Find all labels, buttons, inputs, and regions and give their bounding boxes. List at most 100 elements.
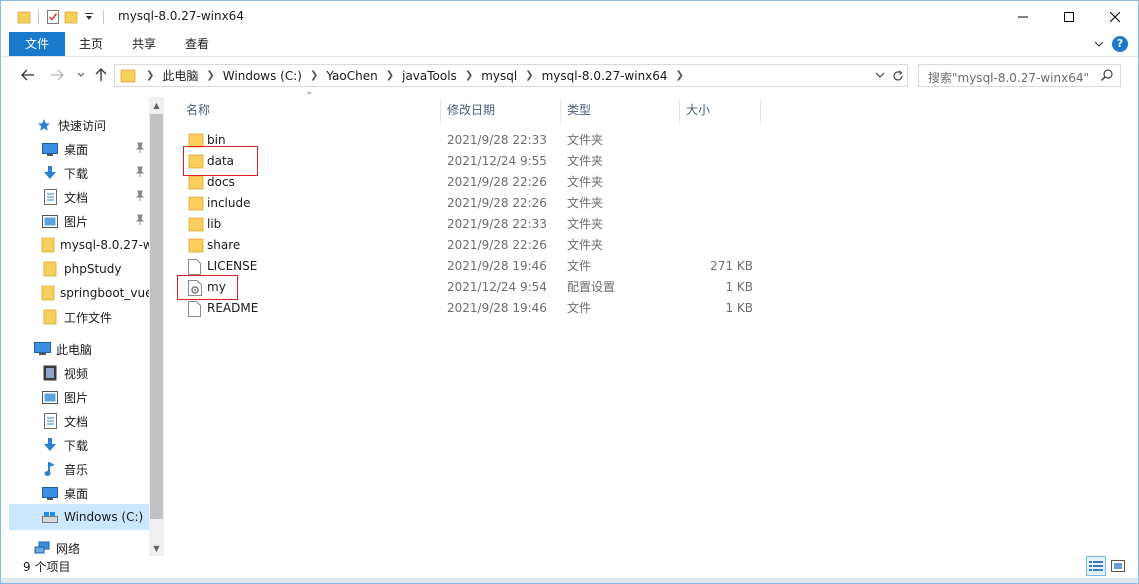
properties-icon[interactable] [44,8,62,26]
file-size [682,130,753,151]
tab-home[interactable]: 主页 [69,32,113,56]
sidebar-item-desktop[interactable]: 桌面 [9,137,149,161]
file-row-license[interactable]: LICENSE 2021/9/28 19:46 文件 271 KB [164,256,864,277]
forward-button[interactable] [48,66,66,84]
tab-view[interactable]: 查看 [174,32,220,56]
folder-icon [188,175,204,190]
column-header-name[interactable]: 名称 [180,97,440,123]
file-size [682,214,753,235]
view-switcher [1086,556,1128,576]
file-size: 1 KB [725,301,753,315]
chevron-right-icon[interactable]: ❯ [525,70,533,81]
column-header-date[interactable]: 修改日期 [441,97,559,123]
sidebar-item-label: 快速访问 [58,118,107,133]
maximize-button[interactable] [1046,1,1092,32]
address-bar[interactable]: ❯ 此电脑 ❯ Windows (C:) ❯ YaoChen ❯ javaToo… [114,64,908,87]
pictures-icon [41,389,59,405]
breadcrumb-yaochen[interactable]: YaoChen [326,65,377,86]
file-name: lib [207,217,222,231]
sidebar-item-mysql-folder[interactable]: mysql-8.0.27-w [9,233,149,257]
breadcrumb-windows-c[interactable]: Windows (C:) [223,65,302,86]
customize-toolbar-icon[interactable] [80,8,98,26]
search-icon[interactable] [1100,68,1114,85]
large-icons-view-button[interactable] [1108,556,1128,576]
file-row-include[interactable]: include 2021/9/28 22:26 文件夹 [164,193,864,214]
file-size [682,193,753,214]
annotation-box-my [177,275,238,300]
search-input[interactable]: 搜索"mysql-8.0.27-winx64" [918,64,1121,87]
column-header-type[interactable]: 类型 [561,97,679,123]
sidebar-item-label: 网络 [56,541,81,556]
file-row-readme[interactable]: README 2021/9/28 19:46 文件 1 KB [164,298,864,319]
pin-icon[interactable] [135,166,145,181]
sidebar-item-label: 桌面 [64,142,89,157]
breadcrumb-mysql-winx64[interactable]: mysql-8.0.27-winx64 [542,65,668,86]
close-button[interactable] [1092,1,1138,32]
breadcrumb-this-pc[interactable]: 此电脑 [162,65,198,86]
sidebar-item-desktop-pc[interactable]: 桌面 [9,481,149,505]
file-date: 2021/9/28 19:46 [447,259,547,273]
chevron-right-icon[interactable]: ❯ [386,70,394,81]
address-dropdown-icon[interactable] [871,65,889,86]
file-row-docs[interactable]: docs 2021/9/28 22:26 文件夹 [164,172,864,193]
chevron-right-icon[interactable]: ❯ [676,70,684,81]
file-size: 1 KB [725,280,753,294]
column-header-size[interactable]: 大小 [680,97,760,123]
sidebar-item-downloads-pc[interactable]: 下载 [9,433,149,457]
file-size [682,172,753,193]
chevron-right-icon[interactable]: ❯ [146,70,154,81]
new-folder-icon[interactable] [62,8,80,26]
pin-icon[interactable] [135,214,145,229]
recent-locations-button[interactable] [72,66,90,84]
file-row-lib[interactable]: lib 2021/9/28 22:33 文件夹 [164,214,864,235]
file-row-my[interactable]: my 2021/12/24 9:54 配置设置 1 KB [164,277,864,298]
sidebar-item-phpstudy[interactable]: phpStudy [9,257,149,281]
sidebar-item-work-files[interactable]: 工作文件 [9,305,149,329]
refresh-icon[interactable] [889,65,907,86]
scrollbar-thumb[interactable] [150,114,163,519]
chevron-right-icon[interactable]: ❯ [310,70,318,81]
sidebar-item-videos[interactable]: 视频 [9,361,149,385]
folder-icon [188,238,204,253]
scroll-down-icon[interactable]: ▼ [149,540,164,556]
chevron-right-icon[interactable]: ❯ [465,70,473,81]
sidebar-item-label: 此电脑 [56,342,93,357]
folder-icon [41,285,55,301]
pin-icon[interactable] [135,142,145,157]
sidebar-item-documents-pc[interactable]: 文档 [9,409,149,433]
music-icon [41,461,59,477]
sidebar-scrollbar[interactable]: ▲ ▼ [149,97,164,556]
help-icon[interactable]: ? [1112,36,1128,52]
details-view-button[interactable] [1086,556,1106,576]
back-button[interactable] [19,66,37,84]
pin-icon[interactable] [135,190,145,205]
sidebar-item-network[interactable]: 网络 [9,536,149,556]
address-bar-controls [871,65,907,86]
breadcrumb-mysql[interactable]: mysql [481,65,517,86]
up-button[interactable] [92,66,110,84]
scroll-up-icon[interactable]: ▲ [149,97,164,113]
sidebar-item-pictures-pc[interactable]: 图片 [9,385,149,409]
minimize-button[interactable] [1000,1,1046,32]
sidebar-item-documents[interactable]: 文档 [9,185,149,209]
sidebar-item-music[interactable]: 音乐 [9,457,149,481]
sidebar-item-this-pc[interactable]: 此电脑 [9,337,149,361]
sidebar-item-quick-access[interactable]: 快速访问 [9,113,149,137]
chevron-right-icon[interactable]: ❯ [206,70,214,81]
expand-ribbon-icon[interactable] [1094,37,1104,51]
sidebar-item-springboot-vue[interactable]: springboot_vue [9,281,149,305]
tab-share[interactable]: 共享 [121,32,167,56]
file-type: 文件夹 [567,175,604,189]
network-icon [33,540,51,556]
annotation-box-data [183,146,258,176]
file-row-bin[interactable]: bin 2021/9/28 22:33 文件夹 [164,130,864,151]
tab-file[interactable]: 文件 [9,32,65,56]
file-row-share[interactable]: share 2021/9/28 22:26 文件夹 [164,235,864,256]
download-icon [41,165,59,181]
sidebar-item-downloads[interactable]: 下载 [9,161,149,185]
file-row-data[interactable]: data 2021/12/24 9:55 文件夹 [164,151,864,172]
breadcrumb-javatools[interactable]: javaTools [402,65,457,86]
sidebar-item-windows-c[interactable]: Windows (C:) [9,504,149,530]
column-divider[interactable] [760,99,761,123]
sidebar-item-pictures[interactable]: 图片 [9,209,149,233]
